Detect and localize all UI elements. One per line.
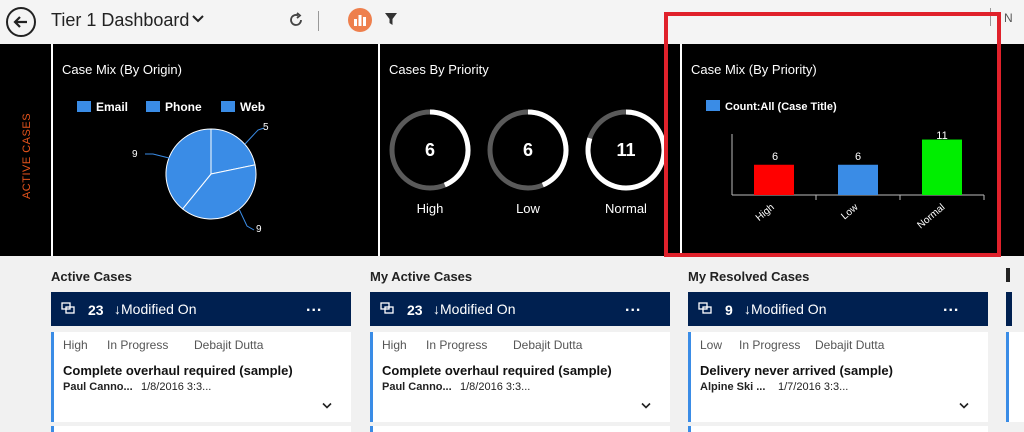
record-count: 23	[407, 302, 423, 318]
pie-leader-email	[145, 153, 174, 160]
case-priority: High	[382, 338, 407, 352]
sort-button[interactable]: ↓Modified On	[744, 301, 826, 317]
case-customer[interactable]: Alpine Ski ...	[700, 381, 765, 393]
case-card-next[interactable]	[370, 426, 670, 432]
case-title[interactable]: Complete overhaul required (sample)	[63, 363, 293, 378]
case-modified-date: 1/8/2016 3:3...	[460, 381, 531, 393]
gauge-label-high: High	[416, 201, 444, 216]
stream-title: My Resolved Cases	[688, 269, 810, 284]
queue-icon	[61, 302, 75, 314]
stream-command-bar: 23 ↓Modified On ...	[51, 292, 351, 326]
case-priority: Low	[700, 338, 723, 352]
sort-button[interactable]: ↓Modified On	[433, 301, 515, 317]
gauge-value-normal: 11	[616, 140, 636, 160]
case-owner: Debajit Dutta	[194, 338, 264, 352]
next-stream-bar-edge	[1006, 292, 1012, 326]
queue-icon	[698, 302, 712, 314]
next-stream-title-edge	[1006, 268, 1010, 282]
pie-label-phone: 9	[256, 224, 262, 235]
toolbar-separator	[318, 11, 319, 31]
more-options-button[interactable]: ...	[306, 298, 322, 316]
dashboard-screen: Tier 1 Dashboard N ACTIVE CASES Case Mix…	[0, 0, 1024, 432]
dashboard-title[interactable]: Tier 1 Dashboard	[51, 10, 189, 31]
case-priority: High	[63, 338, 88, 352]
case-owner: Debajit Dutta	[815, 338, 885, 352]
record-count: 23	[88, 302, 104, 318]
record-count: 9	[725, 302, 733, 318]
case-customer[interactable]: Paul Canno...	[63, 381, 133, 393]
gauge-label-normal: Normal	[605, 201, 647, 216]
filter-icon[interactable]	[384, 12, 398, 26]
case-status: In Progress	[107, 338, 169, 352]
back-button[interactable]	[6, 7, 36, 37]
pie-label-web: 5	[263, 122, 269, 133]
case-status: In Progress	[739, 338, 801, 352]
case-customer[interactable]: Paul Canno...	[382, 381, 452, 393]
gauge-value-high: 6	[424, 140, 435, 160]
queue-icon	[380, 302, 394, 314]
expand-chevron-icon[interactable]	[959, 402, 969, 410]
case-modified-date: 1/8/2016 3:3...	[141, 381, 212, 393]
expand-chevron-icon[interactable]	[322, 402, 332, 410]
case-title[interactable]: Complete overhaul required (sample)	[382, 363, 612, 378]
case-card[interactable]: Low In Progress Debajit Dutta Delivery n…	[688, 332, 988, 422]
case-modified-date: 1/7/2016 3:3...	[778, 381, 849, 393]
visualization-icon[interactable]	[348, 8, 372, 32]
pie-leader-web	[244, 127, 265, 145]
stream-label: ACTIVE CASES	[21, 112, 33, 200]
gauge-label-low: Low	[516, 201, 540, 216]
stream-title: Active Cases	[51, 269, 132, 284]
chart-case-mix-origin[interactable]: Case Mix (By Origin) Email Phone Web 5 9…	[51, 44, 378, 256]
case-card-next[interactable]	[51, 426, 351, 432]
more-options-button[interactable]: ...	[625, 298, 641, 316]
case-card-next[interactable]	[688, 426, 988, 432]
back-arrow-icon	[13, 16, 27, 28]
next-stream-card-edge[interactable]	[1006, 332, 1024, 422]
pie-label-email: 9	[132, 149, 138, 160]
refresh-icon[interactable]	[287, 11, 305, 29]
highlight-box	[664, 12, 1001, 257]
pie-leader-phone	[238, 208, 255, 231]
sort-button[interactable]: ↓Modified On	[114, 301, 196, 317]
chevron-down-icon[interactable]	[192, 14, 204, 24]
more-options-button[interactable]: ...	[943, 298, 959, 316]
header-overflow-text: N	[1004, 11, 1013, 25]
expand-chevron-icon[interactable]	[641, 402, 651, 410]
case-status: In Progress	[426, 338, 488, 352]
case-card[interactable]: High In Progress Debajit Dutta Complete …	[370, 332, 670, 422]
chart-cases-by-priority[interactable]: Cases By Priority 6 6 11 High Low Normal	[378, 44, 680, 256]
stream-command-bar: 23 ↓Modified On ...	[370, 292, 670, 326]
pie-chart	[145, 127, 265, 231]
stream-title: My Active Cases	[370, 269, 473, 284]
case-title[interactable]: Delivery never arrived (sample)	[700, 363, 893, 378]
gauge-value-low: 6	[522, 140, 533, 160]
case-owner: Debajit Dutta	[513, 338, 583, 352]
case-card[interactable]: High In Progress Debajit Dutta Complete …	[51, 332, 351, 422]
stream-command-bar: 9 ↓Modified On ...	[688, 292, 988, 326]
